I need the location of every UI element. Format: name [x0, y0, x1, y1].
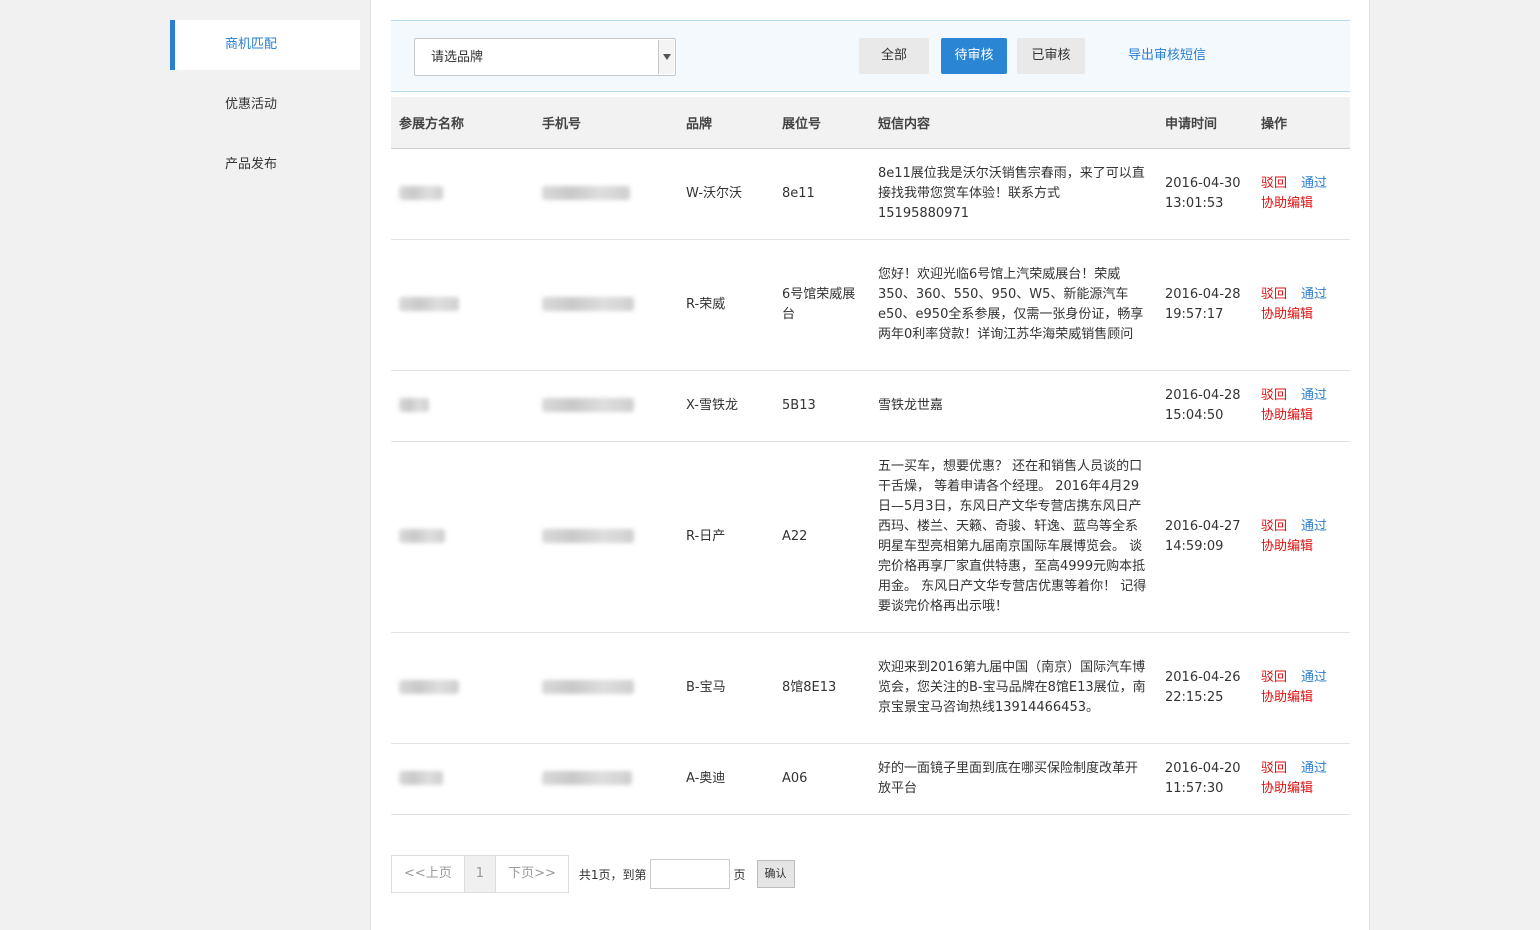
table-row: B-宝马 8馆8E13 欢迎来到2016第九届中国（南京）国际汽车博览会，您关注… [391, 632, 1350, 744]
table-row: A-奥迪 A06 好的一面镜子里面到底在哪买保险制度改革开放平台 2016-04… [391, 743, 1350, 815]
apply-time-cell: 2016-04-26 22:15:25 [1157, 632, 1253, 744]
header-exhibitor: 参展方名称 [391, 97, 534, 149]
actions-cell: 驳回 通过 协助编辑 [1253, 148, 1350, 240]
header-booth: 展位号 [774, 97, 870, 149]
brand-cell: A-奥迪 [678, 743, 774, 815]
reject-link[interactable]: 驳回 [1261, 176, 1287, 191]
table-row: W-沃尔沃 8e11 8e11展位我是沃尔沃销售宗春雨，来了可以直接找我带您赏车… [391, 148, 1350, 240]
tab-pending[interactable]: 待审核 [941, 38, 1007, 74]
table-row: R-日产 A22 五一买车，想要优惠？ 还在和销售人员谈的口干舌燥， 等着申请各… [391, 441, 1350, 633]
approve-link[interactable]: 通过 [1301, 519, 1327, 534]
total-pages-text: 共1页，到第 [578, 867, 647, 882]
apply-time-cell: 2016-04-30 13:01:53 [1157, 148, 1253, 240]
brand-cell: W-沃尔沃 [678, 148, 774, 240]
pagination: <<上页 1 下页>> 共1页，到第 页 确认 [391, 855, 795, 893]
assist-edit-link[interactable]: 协助编辑 [1261, 307, 1313, 322]
apply-time-cell: 2016-04-20 11:57:30 [1157, 743, 1253, 815]
page-number[interactable]: 1 [463, 856, 497, 892]
exhibitor-name-redacted [391, 441, 534, 633]
confirm-goto-button[interactable]: 确认 [756, 860, 795, 888]
table-row: X-雪铁龙 5B13 雪铁龙世嘉 2016-04-28 15:04:50 驳回 通过… [391, 370, 1350, 442]
booth-cell: A06 [774, 743, 870, 815]
assist-edit-link[interactable]: 协助编辑 [1261, 196, 1313, 211]
brand-cell: B-宝马 [678, 632, 774, 744]
reject-link[interactable]: 驳回 [1261, 287, 1287, 302]
apply-time-cell: 2016-04-27 14:59:09 [1157, 441, 1253, 633]
export-sms-link[interactable]: 导出审核短信 [1128, 38, 1206, 74]
phone-redacted [534, 239, 678, 371]
exhibitor-name-redacted [391, 632, 534, 744]
sms-cell: 雪铁龙世嘉 [870, 370, 1157, 442]
booth-cell: 8e11 [774, 148, 870, 240]
header-brand: 品牌 [678, 97, 774, 149]
header-phone: 手机号 [534, 97, 678, 149]
booth-cell: 5B13 [774, 370, 870, 442]
assist-edit-link[interactable]: 协助编辑 [1261, 781, 1313, 796]
tab-reviewed[interactable]: 已审核 [1017, 38, 1085, 74]
exhibitor-name-redacted [391, 743, 534, 815]
tab-all[interactable]: 全部 [859, 38, 929, 74]
booth-cell: 8馆8E13 [774, 632, 870, 744]
table-row: R-荣威 6号馆荣威展台 您好！欢迎光临6号馆上汽荣威展台！荣威350、360、… [391, 239, 1350, 371]
phone-redacted [534, 632, 678, 744]
apply-time-cell: 2016-04-28 15:04:50 [1157, 370, 1253, 442]
header-sms: 短信内容 [870, 97, 1157, 149]
phone-redacted [534, 370, 678, 442]
table-header-row: 参展方名称 手机号 品牌 展位号 短信内容 申请时间 操作 [391, 97, 1350, 149]
phone-redacted [534, 148, 678, 240]
apply-time-cell: 2016-04-28 19:57:17 [1157, 239, 1253, 371]
sms-cell: 五一买车，想要优惠？ 还在和销售人员谈的口干舌燥， 等着申请各个经理。 2016… [870, 441, 1157, 633]
page-unit-text: 页 [733, 867, 746, 882]
actions-cell: 驳回 通过 协助编辑 [1253, 743, 1350, 815]
assist-edit-link[interactable]: 协助编辑 [1261, 539, 1313, 554]
filter-bar: 请选品牌 全部 待审核 已审核 导出审核短信 [391, 20, 1350, 92]
approve-link[interactable]: 通过 [1301, 761, 1327, 776]
pager-buttons: <<上页 1 下页>> [391, 855, 569, 893]
sidebar-item-promotions[interactable]: 优惠活动 [170, 80, 360, 130]
actions-cell: 驳回 通过 协助编辑 [1253, 441, 1350, 633]
phone-redacted [534, 743, 678, 815]
sidebar-item-product-release[interactable]: 产品发布 [170, 140, 360, 190]
sms-cell: 您好！欢迎光临6号馆上汽荣威展台！荣威350、360、550、950、W5、新能… [870, 239, 1157, 371]
actions-cell: 驳回 通过 协助编辑 [1253, 370, 1350, 442]
approve-link[interactable]: 通过 [1301, 176, 1327, 191]
brand-cell: R-日产 [678, 441, 774, 633]
chevron-down-icon[interactable] [658, 40, 674, 74]
goto-page-input[interactable] [649, 859, 730, 889]
brand-cell: X-雪铁龙 [678, 370, 774, 442]
booth-cell: 6号馆荣威展台 [774, 239, 870, 371]
reject-link[interactable]: 驳回 [1261, 761, 1287, 776]
header-apply-time: 申请时间 [1157, 97, 1253, 149]
brand-cell: R-荣威 [678, 239, 774, 371]
exhibitor-name-redacted [391, 239, 534, 371]
assist-edit-link[interactable]: 协助编辑 [1261, 690, 1313, 705]
phone-redacted [534, 441, 678, 633]
actions-cell: 驳回 通过 协助编辑 [1253, 239, 1350, 371]
exhibitor-name-redacted [391, 370, 534, 442]
booth-cell: A22 [774, 441, 870, 633]
approve-link[interactable]: 通过 [1301, 388, 1327, 403]
next-page-button[interactable]: 下页>> [496, 856, 568, 892]
main-panel: 请选品牌 全部 待审核 已审核 导出审核短信 参展方名称 手机号 品牌 展位号 [370, 0, 1370, 930]
sms-cell: 欢迎来到2016第九届中国（南京）国际汽车博览会，您关注的B-宝马品牌在8馆E1… [870, 632, 1157, 744]
approve-link[interactable]: 通过 [1301, 670, 1327, 685]
sms-cell: 好的一面镜子里面到底在哪买保险制度改革开放平台 [870, 743, 1157, 815]
exhibitor-name-redacted [391, 148, 534, 240]
reject-link[interactable]: 驳回 [1261, 519, 1287, 534]
reject-link[interactable]: 驳回 [1261, 670, 1287, 685]
reject-link[interactable]: 驳回 [1261, 388, 1287, 403]
sms-cell: 8e11展位我是沃尔沃销售宗春雨，来了可以直接找我带您赏车体验！联系方式1519… [870, 148, 1157, 240]
approve-link[interactable]: 通过 [1301, 287, 1327, 302]
brand-select-value: 请选品牌 [431, 50, 484, 65]
sidebar-nav: 商机匹配 优惠活动 产品发布 [170, 0, 360, 930]
sms-review-table: 参展方名称 手机号 品牌 展位号 短信内容 申请时间 操作 W-沃尔沃 8e11… [391, 97, 1350, 815]
actions-cell: 驳回 通过 协助编辑 [1253, 632, 1350, 744]
brand-select[interactable]: 请选品牌 [414, 38, 676, 76]
sidebar-item-business-match[interactable]: 商机匹配 [170, 20, 360, 70]
header-actions: 操作 [1253, 97, 1350, 149]
assist-edit-link[interactable]: 协助编辑 [1261, 408, 1313, 423]
prev-page-button[interactable]: <<上页 [392, 856, 464, 892]
